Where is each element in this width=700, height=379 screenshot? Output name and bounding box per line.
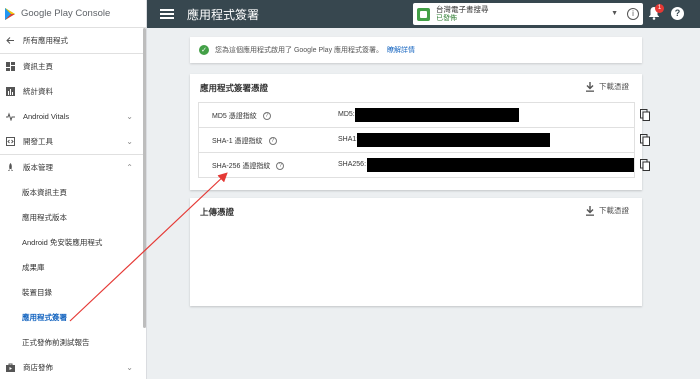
sidebar-item-app-signing[interactable]: 應用程式簽署 bbox=[0, 305, 146, 330]
help-icon[interactable]: ? bbox=[671, 7, 684, 20]
back-arrow-icon bbox=[6, 36, 15, 45]
copy-icon[interactable] bbox=[640, 134, 650, 146]
chevron-up-icon: ⌃ bbox=[126, 163, 133, 172]
bar-chart-icon bbox=[6, 87, 15, 96]
table-row-sha1: SHA-1 憑證指紋? SHA1: bbox=[199, 128, 650, 153]
download-icon bbox=[586, 81, 594, 92]
download-icon bbox=[586, 205, 594, 216]
dashboard-icon bbox=[6, 62, 15, 71]
redacted-value bbox=[355, 108, 519, 122]
info-icon[interactable]: i bbox=[627, 8, 639, 20]
fingerprint-table: MD5 憑證指紋? MD5: SHA-1 憑證指紋? SHA1: SHA-256… bbox=[198, 102, 650, 178]
fingerprint-key: SHA1: bbox=[338, 136, 359, 143]
sidebar-item-release-management[interactable]: 版本管理 ⌃ bbox=[0, 155, 146, 180]
chevron-down-icon: ⌄ bbox=[126, 363, 133, 372]
copy-icon[interactable] bbox=[640, 159, 650, 171]
notification-bell-icon[interactable]: 1 bbox=[648, 4, 664, 22]
sidebar-item-artifact-library[interactable]: 成果庫 bbox=[0, 255, 146, 280]
sidebar-item-app-releases[interactable]: 應用程式版本 bbox=[0, 205, 146, 230]
sidebar-item-all-apps[interactable]: 所有應用程式 bbox=[0, 28, 146, 53]
signing-certificate-card: 應用程式簽署憑證 下載憑證 MD5 憑證指紋? MD5: SHA-1 憑證指紋?… bbox=[190, 74, 650, 190]
sidebar: Google Play Console 所有應用程式 資訊主頁 統計資料 And… bbox=[0, 0, 147, 379]
redacted-value bbox=[357, 133, 550, 147]
app-icon bbox=[417, 7, 430, 21]
copy-icon[interactable] bbox=[640, 109, 650, 121]
google-play-logo-icon bbox=[4, 7, 16, 20]
page-title: 應用程式簽署 bbox=[187, 7, 260, 22]
sidebar-item-store-presence[interactable]: 商店發佈 ⌄ bbox=[0, 355, 146, 379]
table-row-sha256: SHA-256 憑證指紋? SHA256: bbox=[199, 153, 650, 178]
sidebar-item-device-catalog[interactable]: 裝置目錄 bbox=[0, 280, 146, 305]
sidebar-item-label: 版本資訊主頁 bbox=[22, 188, 67, 197]
download-label: 下載憑證 bbox=[599, 206, 629, 215]
sidebar-item-release-dashboard[interactable]: 版本資訊主頁 bbox=[0, 180, 146, 205]
sidebar-item-android-vitals[interactable]: Android Vitals ⌄ bbox=[0, 104, 146, 129]
sidebar-item-label: 裝置目錄 bbox=[22, 288, 52, 297]
app-selector[interactable]: 台灣電子書搜尋 已發佈 ▼ i bbox=[413, 3, 643, 25]
topbar: 應用程式簽署 台灣電子書搜尋 已發佈 ▼ i 1 ? bbox=[147, 0, 700, 28]
sidebar-item-label: 統計資料 bbox=[23, 87, 53, 96]
chevron-down-icon: ⌄ bbox=[126, 137, 133, 146]
redacted-value bbox=[367, 158, 634, 172]
table-row-md5: MD5 憑證指紋? MD5: bbox=[199, 103, 650, 128]
upload-certificate-card: 上傳憑證 下載憑證 bbox=[190, 198, 642, 306]
fingerprint-label: SHA-1 憑證指紋? bbox=[212, 136, 277, 146]
sidebar-item-label: 版本管理 bbox=[23, 163, 53, 172]
help-circle-icon[interactable]: ? bbox=[268, 137, 277, 146]
sidebar-item-dev-tools[interactable]: 開發工具 ⌄ bbox=[0, 129, 146, 154]
app-name: 台灣電子書搜尋 bbox=[436, 5, 489, 14]
sidebar-item-label: Android 免安裝應用程式 bbox=[22, 238, 103, 247]
fingerprint-key: SHA256: bbox=[338, 161, 367, 168]
rocket-icon bbox=[6, 163, 15, 172]
app-status: 已發佈 bbox=[436, 15, 457, 22]
sidebar-item-label: 應用程式簽署 bbox=[22, 313, 67, 322]
banner-text: 您為這個應用程式啟用了 Google Play 應用程式簽署。 bbox=[215, 47, 384, 54]
chevron-down-icon: ⌄ bbox=[126, 112, 133, 121]
help-circle-icon[interactable]: ? bbox=[262, 112, 271, 121]
sidebar-item-label: Android Vitals bbox=[23, 112, 70, 121]
fingerprint-key: MD5: bbox=[338, 111, 355, 118]
download-label: 下載憑證 bbox=[599, 82, 629, 91]
card-title: 應用程式簽署憑證 bbox=[200, 83, 269, 93]
dropdown-caret-icon[interactable]: ▼ bbox=[611, 10, 618, 17]
sidebar-item-label: 商店發佈 bbox=[23, 363, 53, 372]
code-icon bbox=[6, 137, 15, 146]
card-title: 上傳憑證 bbox=[200, 207, 235, 217]
notification-badge: 1 bbox=[655, 4, 664, 13]
learn-more-link[interactable]: 瞭解詳情 bbox=[387, 45, 415, 55]
sidebar-item-label: 應用程式版本 bbox=[22, 213, 67, 222]
sidebar-item-label: 資訊主頁 bbox=[23, 62, 53, 71]
sidebar-item-instant-apps[interactable]: Android 免安裝應用程式 bbox=[0, 230, 146, 255]
check-circle-icon: ✓ bbox=[199, 45, 209, 55]
menu-icon[interactable] bbox=[160, 9, 174, 19]
fingerprint-label: SHA-256 憑證指紋? bbox=[212, 161, 285, 171]
sidebar-scrollbar[interactable] bbox=[143, 28, 146, 328]
sidebar-item-label: 所有應用程式 bbox=[23, 36, 68, 45]
download-upload-certificate-button[interactable]: 下載憑證 bbox=[586, 205, 629, 216]
fingerprint-label: MD5 憑證指紋? bbox=[212, 111, 271, 121]
sidebar-item-label: 正式發佈前測試報告 bbox=[22, 338, 90, 347]
info-banner: ✓ 您為這個應用程式啟用了 Google Play 應用程式簽署。 瞭解詳情 bbox=[190, 37, 642, 63]
sidebar-item-statistics[interactable]: 統計資料 bbox=[0, 79, 146, 104]
pulse-icon bbox=[6, 112, 15, 121]
sidebar-item-pre-launch-report[interactable]: 正式發佈前測試報告 bbox=[0, 330, 146, 355]
brand-name: Google Play Console bbox=[21, 8, 111, 19]
brand[interactable]: Google Play Console bbox=[0, 0, 146, 28]
help-circle-icon[interactable]: ? bbox=[276, 162, 285, 171]
sidebar-item-label: 成果庫 bbox=[22, 263, 45, 272]
sidebar-item-label: 開發工具 bbox=[23, 137, 53, 146]
sidebar-item-dashboard[interactable]: 資訊主頁 bbox=[0, 54, 146, 79]
store-icon bbox=[6, 363, 15, 372]
download-certificate-button[interactable]: 下載憑證 bbox=[586, 81, 629, 92]
